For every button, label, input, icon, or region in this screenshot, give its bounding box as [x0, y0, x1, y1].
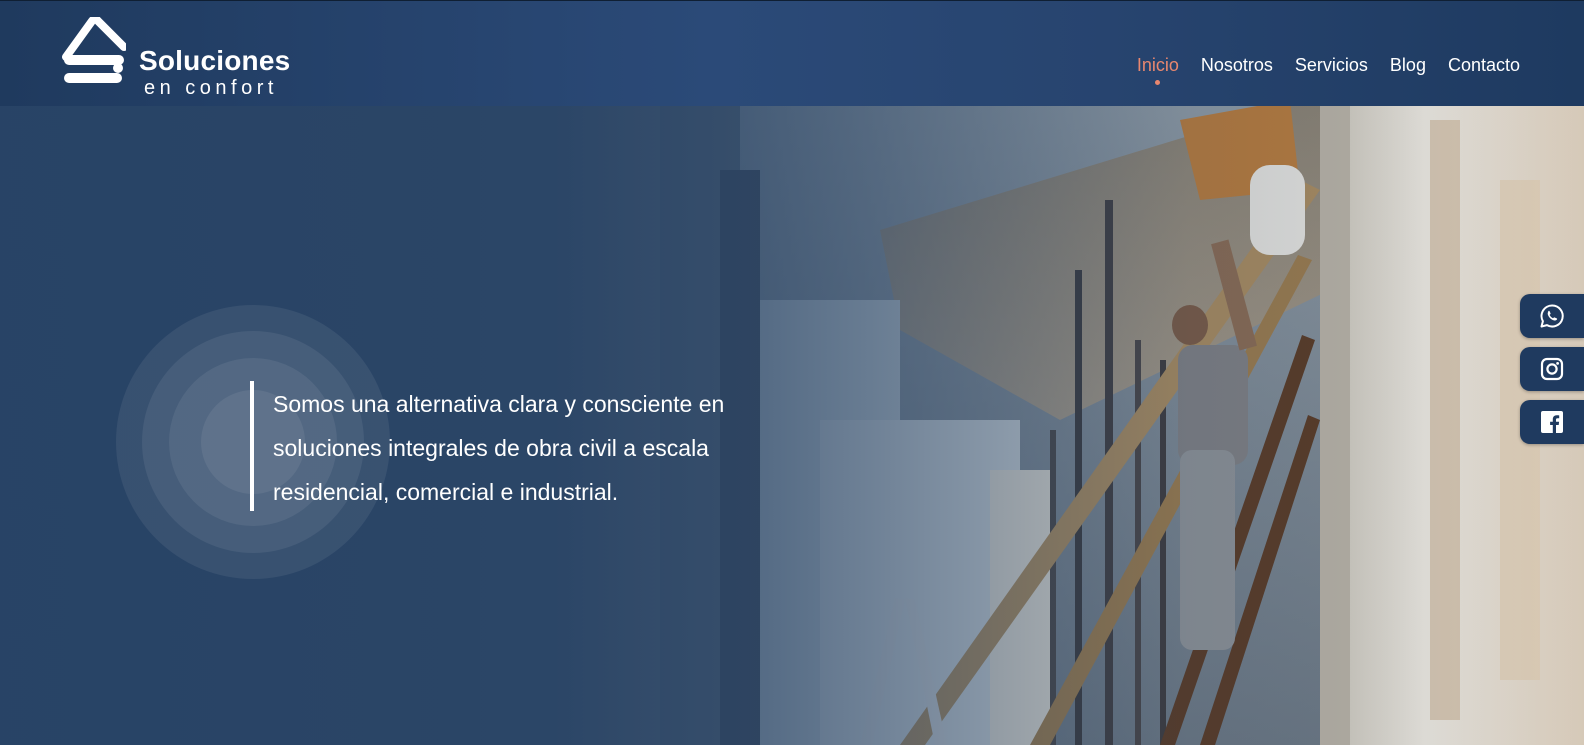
house-logo-icon — [62, 17, 126, 83]
nav-item-blog[interactable]: Blog — [1390, 55, 1426, 76]
site-header: Soluciones en confort Inicio Nosotros Se… — [0, 0, 1584, 106]
logo-link[interactable]: Soluciones en confort — [62, 17, 292, 99]
whatsapp-button[interactable] — [1520, 294, 1584, 338]
whatsapp-icon — [1540, 304, 1564, 328]
nav-item-nosotros[interactable]: Nosotros — [1201, 55, 1273, 76]
quote-bar — [250, 381, 254, 511]
brand-title: Soluciones — [139, 45, 291, 76]
facebook-icon — [1541, 411, 1563, 433]
nav-item-inicio[interactable]: Inicio — [1136, 55, 1179, 85]
nav-item-contacto[interactable]: Contacto — [1448, 55, 1520, 76]
instagram-button[interactable] — [1520, 347, 1584, 391]
nav-item-label: Inicio — [1136, 55, 1179, 75]
nav-item-label: Nosotros — [1200, 55, 1273, 75]
social-sidebar — [1520, 294, 1584, 444]
hero-tagline: Somos una alternativa clara y consciente… — [273, 391, 725, 505]
nav-item-label: Contacto — [1447, 55, 1520, 75]
nav-item-label: Blog — [1389, 55, 1426, 75]
page: Soluciones en confort Inicio Nosotros Se… — [0, 0, 1584, 745]
facebook-button[interactable] — [1520, 400, 1584, 444]
instagram-icon — [1540, 357, 1564, 381]
brand-subtitle: en confort — [144, 77, 278, 99]
main-nav: Inicio Nosotros Servicios Blog Contacto — [1136, 55, 1520, 85]
active-indicator-dot — [1155, 80, 1161, 85]
nav-item-servicios[interactable]: Servicios — [1295, 55, 1368, 76]
nav-item-label: Servicios — [1294, 55, 1368, 75]
